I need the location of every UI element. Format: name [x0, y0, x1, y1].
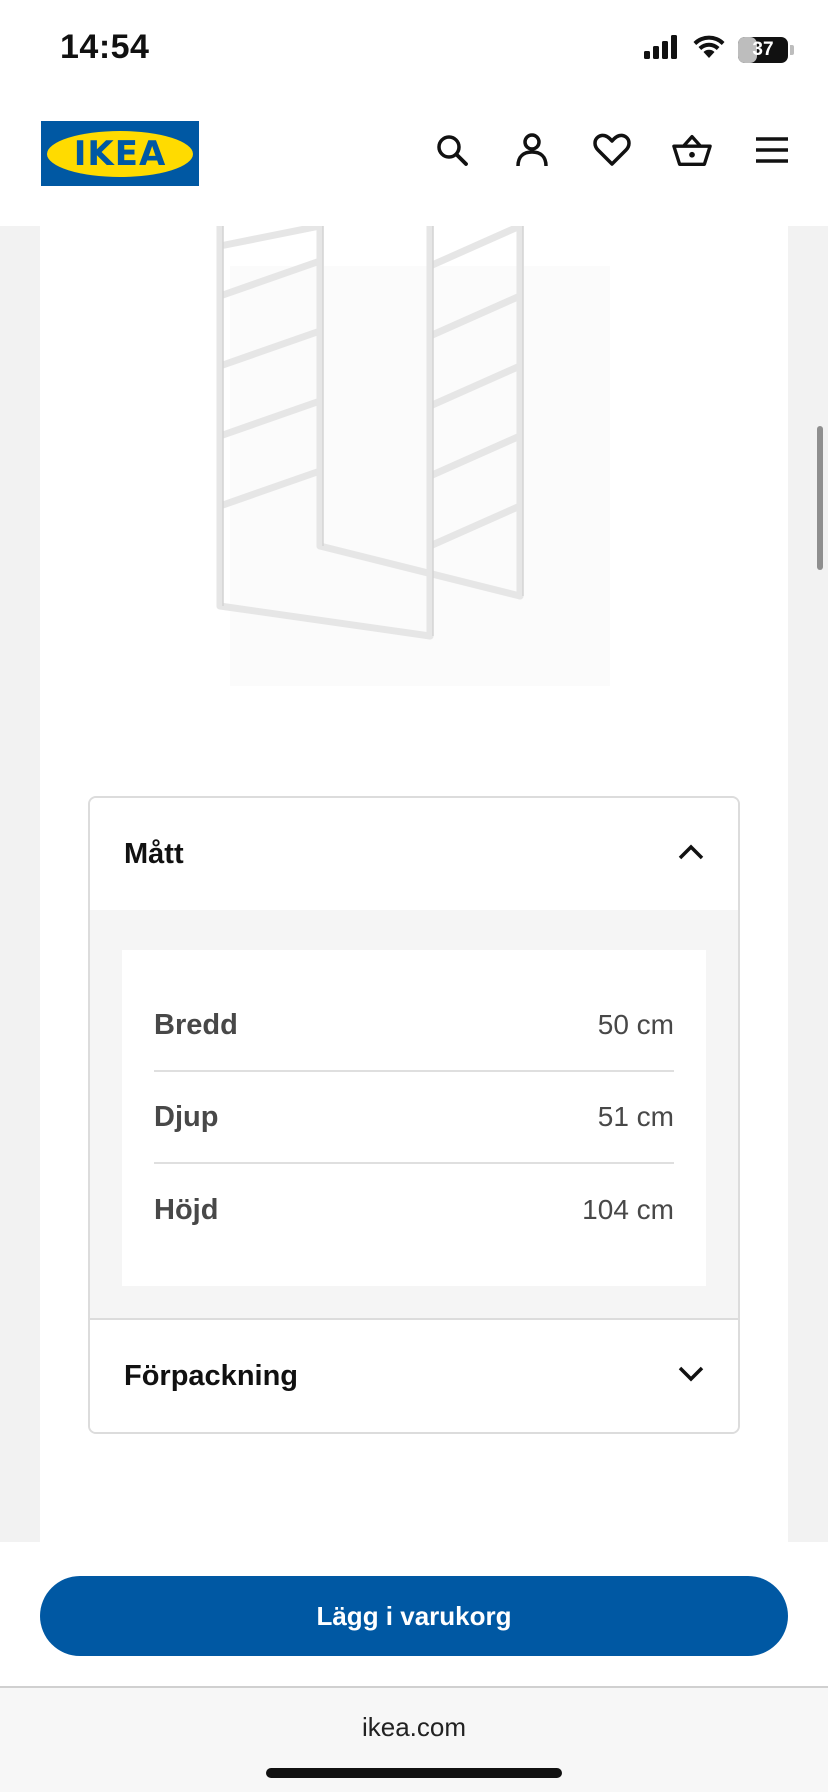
dimensions-title: Mått	[124, 837, 184, 870]
product-details-panel: Mått Bredd 50 cm Djup 51 cm Höjd 104 cm …	[40, 226, 788, 1542]
user-icon[interactable]	[512, 130, 552, 170]
header-nav	[432, 130, 792, 170]
scrollbar[interactable]	[817, 426, 823, 570]
product-page-content[interactable]: Mått Bredd 50 cm Djup 51 cm Höjd 104 cm …	[0, 226, 828, 1542]
dimensions-panel: Bredd 50 cm Djup 51 cm Höjd 104 cm	[90, 910, 738, 1320]
wifi-icon	[692, 34, 726, 65]
site-header: IKEA	[0, 100, 828, 226]
dimension-row-width: Bredd 50 cm	[154, 980, 674, 1072]
battery-percentage: 37	[752, 38, 774, 60]
basket-icon[interactable]	[672, 130, 712, 170]
ikea-logo[interactable]: IKEA	[41, 121, 199, 186]
dimension-value: 50 cm	[597, 1009, 674, 1040]
dimension-label: Bredd	[154, 1008, 238, 1041]
battery-tip	[790, 44, 794, 55]
url-display[interactable]: ikea.com	[0, 1712, 828, 1743]
add-to-cart-button[interactable]: Lägg i varukorg	[40, 1576, 788, 1656]
dimension-row-height: Höjd 104 cm	[154, 1164, 674, 1256]
dimensions-accordion-header[interactable]: Mått	[90, 798, 738, 910]
dimension-value: 104 cm	[582, 1194, 674, 1225]
logo-oval: IKEA	[47, 130, 193, 177]
chevron-down-icon	[678, 1366, 704, 1387]
packaging-title: Förpackning	[124, 1359, 299, 1392]
battery-icon: 37	[738, 36, 788, 63]
dimension-label: Höjd	[154, 1193, 219, 1226]
add-to-cart-bar: Lägg i varukorg	[0, 1542, 828, 1688]
cellular-signal-icon	[644, 35, 680, 64]
menu-icon[interactable]	[752, 130, 792, 170]
home-indicator[interactable]	[266, 1768, 562, 1778]
logo-text: IKEA	[73, 133, 167, 174]
dimension-row-depth: Djup 51 cm	[154, 1072, 674, 1164]
product-info-accordion: Mått Bredd 50 cm Djup 51 cm Höjd 104 cm …	[88, 796, 740, 1434]
dimensions-table: Bredd 50 cm Djup 51 cm Höjd 104 cm	[122, 950, 706, 1286]
status-time: 14:54	[60, 28, 150, 66]
browser-bottom-bar: ikea.com	[0, 1688, 828, 1792]
heart-icon[interactable]	[592, 130, 632, 170]
chevron-up-icon	[678, 844, 704, 865]
status-bar: 14:54 37	[0, 0, 828, 100]
packaging-accordion-header[interactable]: Förpackning	[90, 1320, 738, 1432]
dimension-label: Djup	[154, 1100, 219, 1133]
product-image	[200, 226, 630, 766]
dimension-value: 51 cm	[597, 1101, 674, 1132]
status-icons: 37	[644, 34, 794, 65]
search-icon[interactable]	[432, 130, 472, 170]
